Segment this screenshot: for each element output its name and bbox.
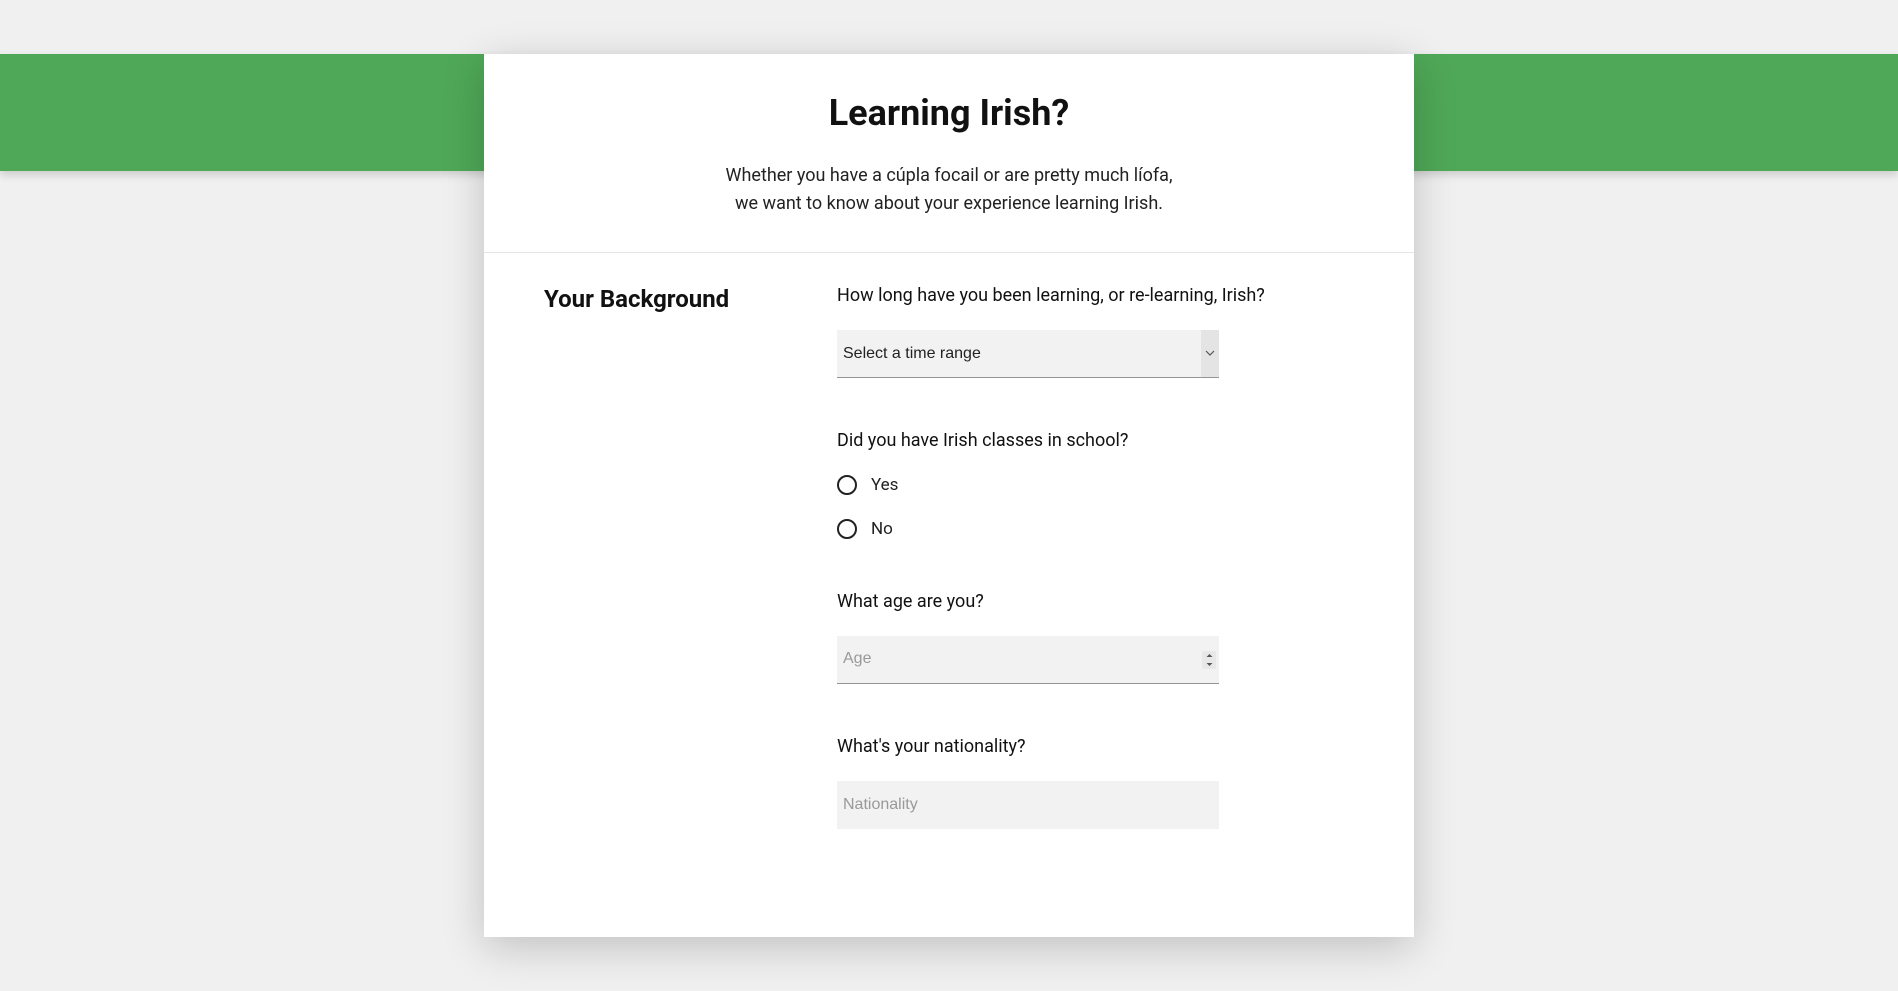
radio-icon [837, 475, 857, 495]
page-title: Learning Irish? [544, 92, 1354, 134]
question-nationality-label: What's your nationality? [837, 736, 1354, 757]
section-heading: Your Background [544, 285, 837, 313]
duration-select-wrap: Select a time range [837, 330, 1219, 378]
school-radio-no[interactable]: No [837, 519, 1354, 539]
nationality-input[interactable] [837, 781, 1219, 829]
radio-icon [837, 519, 857, 539]
subtitle-line-1: Whether you have a cúpla focail or are p… [726, 165, 1173, 186]
age-input[interactable] [837, 636, 1219, 684]
question-duration-label: How long have you been learning, or re-l… [837, 285, 1354, 306]
question-school: Did you have Irish classes in school? Ye… [837, 430, 1354, 539]
section-label-column: Your Background [544, 285, 837, 829]
school-radio-group: Yes No [837, 475, 1354, 539]
duration-select[interactable]: Select a time range [837, 330, 1219, 378]
school-radio-no-label: No [871, 519, 893, 539]
form-card: Learning Irish? Whether you have a cúpla… [484, 54, 1414, 937]
question-age: What age are you? [837, 591, 1354, 684]
question-school-label: Did you have Irish classes in school? [837, 430, 1354, 451]
question-nationality: What's your nationality? [837, 736, 1354, 829]
page-subtitle: Whether you have a cúpla focail or are p… [544, 162, 1354, 218]
school-radio-yes[interactable]: Yes [837, 475, 1354, 495]
school-radio-yes-label: Yes [871, 475, 898, 495]
question-duration: How long have you been learning, or re-l… [837, 285, 1354, 378]
subtitle-line-2: we want to know about your experience le… [735, 193, 1163, 214]
form-header: Learning Irish? Whether you have a cúpla… [484, 54, 1414, 253]
form-body: Your Background How long have you been l… [484, 253, 1414, 829]
nationality-input-wrap [837, 781, 1219, 829]
age-input-wrap [837, 636, 1219, 684]
questions-column: How long have you been learning, or re-l… [837, 285, 1354, 829]
question-age-label: What age are you? [837, 591, 1354, 612]
